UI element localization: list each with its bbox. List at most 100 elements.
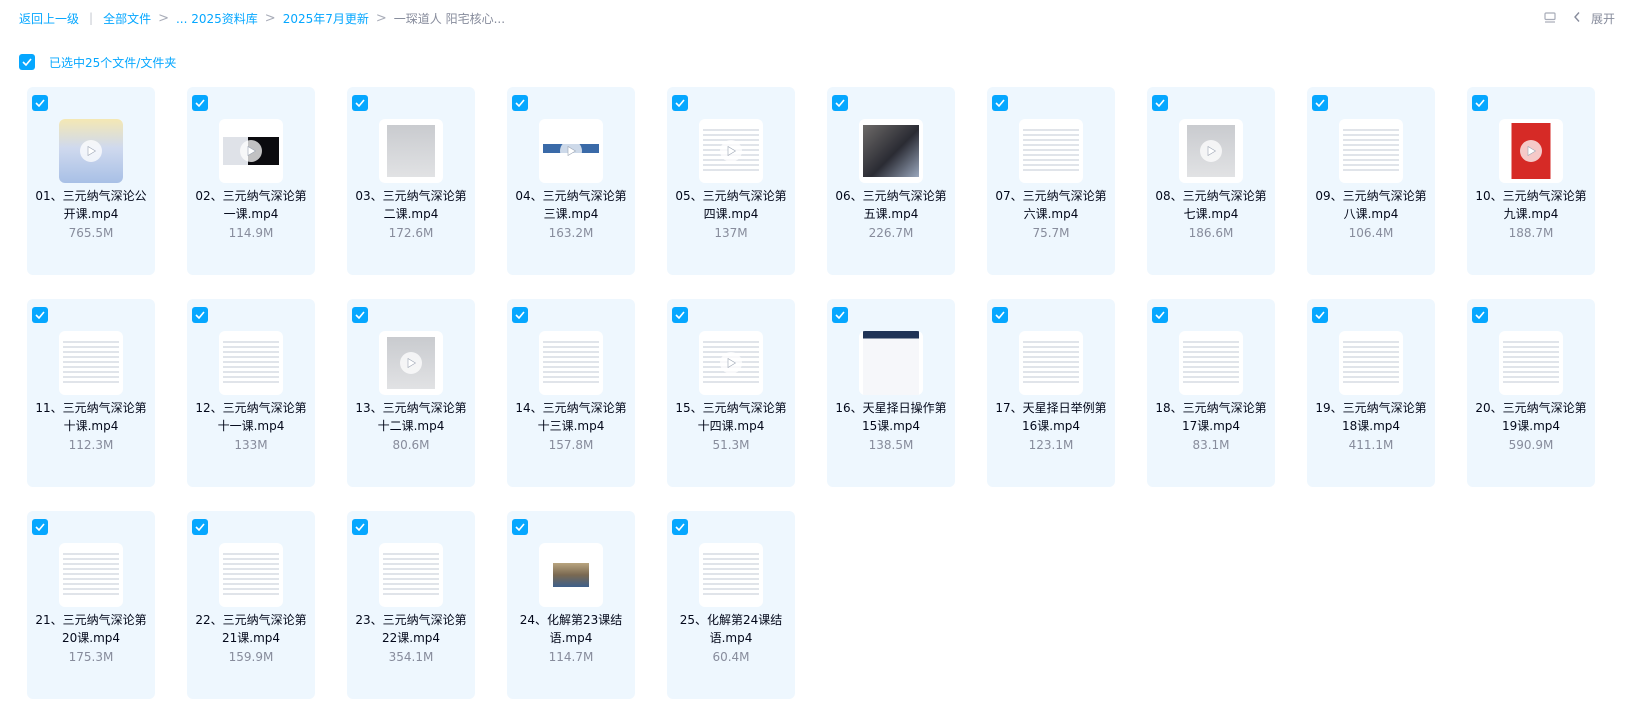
file-checkbox[interactable] xyxy=(512,95,528,111)
file-checkbox[interactable] xyxy=(352,95,368,111)
video-thumbnail[interactable] xyxy=(379,543,443,607)
file-card[interactable]: 22、三元纳气深论第21课.mp4 159.9M xyxy=(187,511,315,699)
video-thumbnail[interactable] xyxy=(1019,119,1083,183)
video-thumbnail[interactable] xyxy=(379,331,443,395)
file-name[interactable]: 19、三元纳气深论第18课.mp4 xyxy=(1313,399,1429,435)
file-name[interactable]: 24、化解第23课结语.mp4 xyxy=(513,611,629,647)
file-checkbox[interactable] xyxy=(512,519,528,535)
file-checkbox[interactable] xyxy=(32,95,48,111)
file-card[interactable]: 10、三元纳气深论第九课.mp4 188.7M xyxy=(1467,87,1595,275)
file-checkbox[interactable] xyxy=(832,95,848,111)
file-card[interactable]: 08、三元纳气深论第七课.mp4 186.6M xyxy=(1147,87,1275,275)
file-card[interactable]: 11、三元纳气深论第十课.mp4 112.3M xyxy=(27,299,155,487)
file-checkbox[interactable] xyxy=(1472,307,1488,323)
file-name[interactable]: 15、三元纳气深论第十四课.mp4 xyxy=(673,399,789,435)
video-thumbnail[interactable] xyxy=(1339,119,1403,183)
video-thumbnail[interactable] xyxy=(1339,331,1403,395)
file-checkbox[interactable] xyxy=(1152,307,1168,323)
video-thumbnail[interactable] xyxy=(219,119,283,183)
file-card[interactable]: 05、三元纳气深论第四课.mp4 137M xyxy=(667,87,795,275)
file-name[interactable]: 09、三元纳气深论第八课.mp4 xyxy=(1313,187,1429,223)
file-card[interactable]: 14、三元纳气深论第十三课.mp4 157.8M xyxy=(507,299,635,487)
file-checkbox[interactable] xyxy=(1152,95,1168,111)
file-card[interactable]: 04、三元纳气深论第三课.mp4 163.2M xyxy=(507,87,635,275)
file-card[interactable]: 23、三元纳气深论第22课.mp4 354.1M xyxy=(347,511,475,699)
video-thumbnail[interactable] xyxy=(59,119,123,183)
file-name[interactable]: 14、三元纳气深论第十三课.mp4 xyxy=(513,399,629,435)
video-thumbnail[interactable] xyxy=(1499,119,1563,183)
file-card[interactable]: 25、化解第24课结语.mp4 60.4M xyxy=(667,511,795,699)
file-card[interactable]: 01、三元纳气深论公开课.mp4 765.5M xyxy=(27,87,155,275)
video-thumbnail[interactable] xyxy=(859,119,923,183)
file-card[interactable]: 15、三元纳气深论第十四课.mp4 51.3M xyxy=(667,299,795,487)
file-name[interactable]: 10、三元纳气深论第九课.mp4 xyxy=(1473,187,1589,223)
file-checkbox[interactable] xyxy=(992,307,1008,323)
file-card[interactable]: 03、三元纳气深论第二课.mp4 172.6M xyxy=(347,87,475,275)
file-checkbox[interactable] xyxy=(1312,95,1328,111)
file-checkbox[interactable] xyxy=(1472,95,1488,111)
file-checkbox[interactable] xyxy=(192,307,208,323)
file-card[interactable]: 21、三元纳气深论第20课.mp4 175.3M xyxy=(27,511,155,699)
video-thumbnail[interactable] xyxy=(59,543,123,607)
file-name[interactable]: 06、三元纳气深论第五课.mp4 xyxy=(833,187,949,223)
file-card[interactable]: 06、三元纳气深论第五课.mp4 226.7M xyxy=(827,87,955,275)
video-thumbnail[interactable] xyxy=(859,331,923,395)
file-checkbox[interactable] xyxy=(192,95,208,111)
video-thumbnail[interactable] xyxy=(219,543,283,607)
file-checkbox[interactable] xyxy=(192,519,208,535)
expand-button[interactable]: 展开 xyxy=(1573,10,1615,27)
file-name[interactable]: 20、三元纳气深论第19课.mp4 xyxy=(1473,399,1589,435)
video-thumbnail[interactable] xyxy=(1499,331,1563,395)
video-thumbnail[interactable] xyxy=(219,331,283,395)
file-name[interactable]: 18、三元纳气深论第17课.mp4 xyxy=(1153,399,1269,435)
video-thumbnail[interactable] xyxy=(379,119,443,183)
file-name[interactable]: 02、三元纳气深论第一课.mp4 xyxy=(193,187,309,223)
file-card[interactable]: 24、化解第23课结语.mp4 114.7M xyxy=(507,511,635,699)
file-checkbox[interactable] xyxy=(32,519,48,535)
file-card[interactable]: 09、三元纳气深论第八课.mp4 106.4M xyxy=(1307,87,1435,275)
file-name[interactable]: 21、三元纳气深论第20课.mp4 xyxy=(33,611,149,647)
file-checkbox[interactable] xyxy=(1312,307,1328,323)
file-card[interactable]: 19、三元纳气深论第18课.mp4 411.1M xyxy=(1307,299,1435,487)
file-checkbox[interactable] xyxy=(352,519,368,535)
file-checkbox[interactable] xyxy=(832,307,848,323)
file-name[interactable]: 01、三元纳气深论公开课.mp4 xyxy=(33,187,149,223)
file-name[interactable]: 05、三元纳气深论第四课.mp4 xyxy=(673,187,789,223)
file-checkbox[interactable] xyxy=(672,519,688,535)
file-card[interactable]: 12、三元纳气深论第十一课.mp4 133M xyxy=(187,299,315,487)
file-checkbox[interactable] xyxy=(32,307,48,323)
file-name[interactable]: 13、三元纳气深论第十二课.mp4 xyxy=(353,399,469,435)
video-thumbnail[interactable] xyxy=(699,543,763,607)
back-link[interactable]: 返回上一级 xyxy=(19,10,79,27)
file-name[interactable]: 25、化解第24课结语.mp4 xyxy=(673,611,789,647)
video-thumbnail[interactable] xyxy=(699,331,763,395)
file-checkbox[interactable] xyxy=(672,95,688,111)
file-card[interactable]: 20、三元纳气深论第19课.mp4 590.9M xyxy=(1467,299,1595,487)
file-card[interactable]: 17、天星择日举例第16课.mp4 123.1M xyxy=(987,299,1115,487)
file-checkbox[interactable] xyxy=(352,307,368,323)
video-thumbnail[interactable] xyxy=(699,119,763,183)
file-name[interactable]: 08、三元纳气深论第七课.mp4 xyxy=(1153,187,1269,223)
file-name[interactable]: 04、三元纳气深论第三课.mp4 xyxy=(513,187,629,223)
file-checkbox[interactable] xyxy=(512,307,528,323)
video-thumbnail[interactable] xyxy=(1179,331,1243,395)
file-card[interactable]: 07、三元纳气深论第六课.mp4 75.7M xyxy=(987,87,1115,275)
breadcrumb-folder-july[interactable]: 2025年7月更新 xyxy=(283,10,369,27)
file-name[interactable]: 11、三元纳气深论第十课.mp4 xyxy=(33,399,149,435)
file-name[interactable]: 23、三元纳气深论第22课.mp4 xyxy=(353,611,469,647)
video-thumbnail[interactable] xyxy=(539,119,603,183)
video-thumbnail[interactable] xyxy=(1179,119,1243,183)
file-card[interactable]: 18、三元纳气深论第17课.mp4 83.1M xyxy=(1147,299,1275,487)
select-all-checkbox[interactable] xyxy=(19,54,35,70)
file-card[interactable]: 13、三元纳气深论第十二课.mp4 80.6M xyxy=(347,299,475,487)
file-card[interactable]: 16、天星择日操作第15课.mp4 138.5M xyxy=(827,299,955,487)
file-name[interactable]: 03、三元纳气深论第二课.mp4 xyxy=(353,187,469,223)
file-name[interactable]: 16、天星择日操作第15课.mp4 xyxy=(833,399,949,435)
file-checkbox[interactable] xyxy=(672,307,688,323)
video-thumbnail[interactable] xyxy=(539,543,603,607)
file-name[interactable]: 22、三元纳气深论第21课.mp4 xyxy=(193,611,309,647)
breadcrumb-all-files[interactable]: 全部文件 xyxy=(103,10,151,27)
video-thumbnail[interactable] xyxy=(59,331,123,395)
file-name[interactable]: 17、天星择日举例第16课.mp4 xyxy=(993,399,1109,435)
file-name[interactable]: 12、三元纳气深论第十一课.mp4 xyxy=(193,399,309,435)
